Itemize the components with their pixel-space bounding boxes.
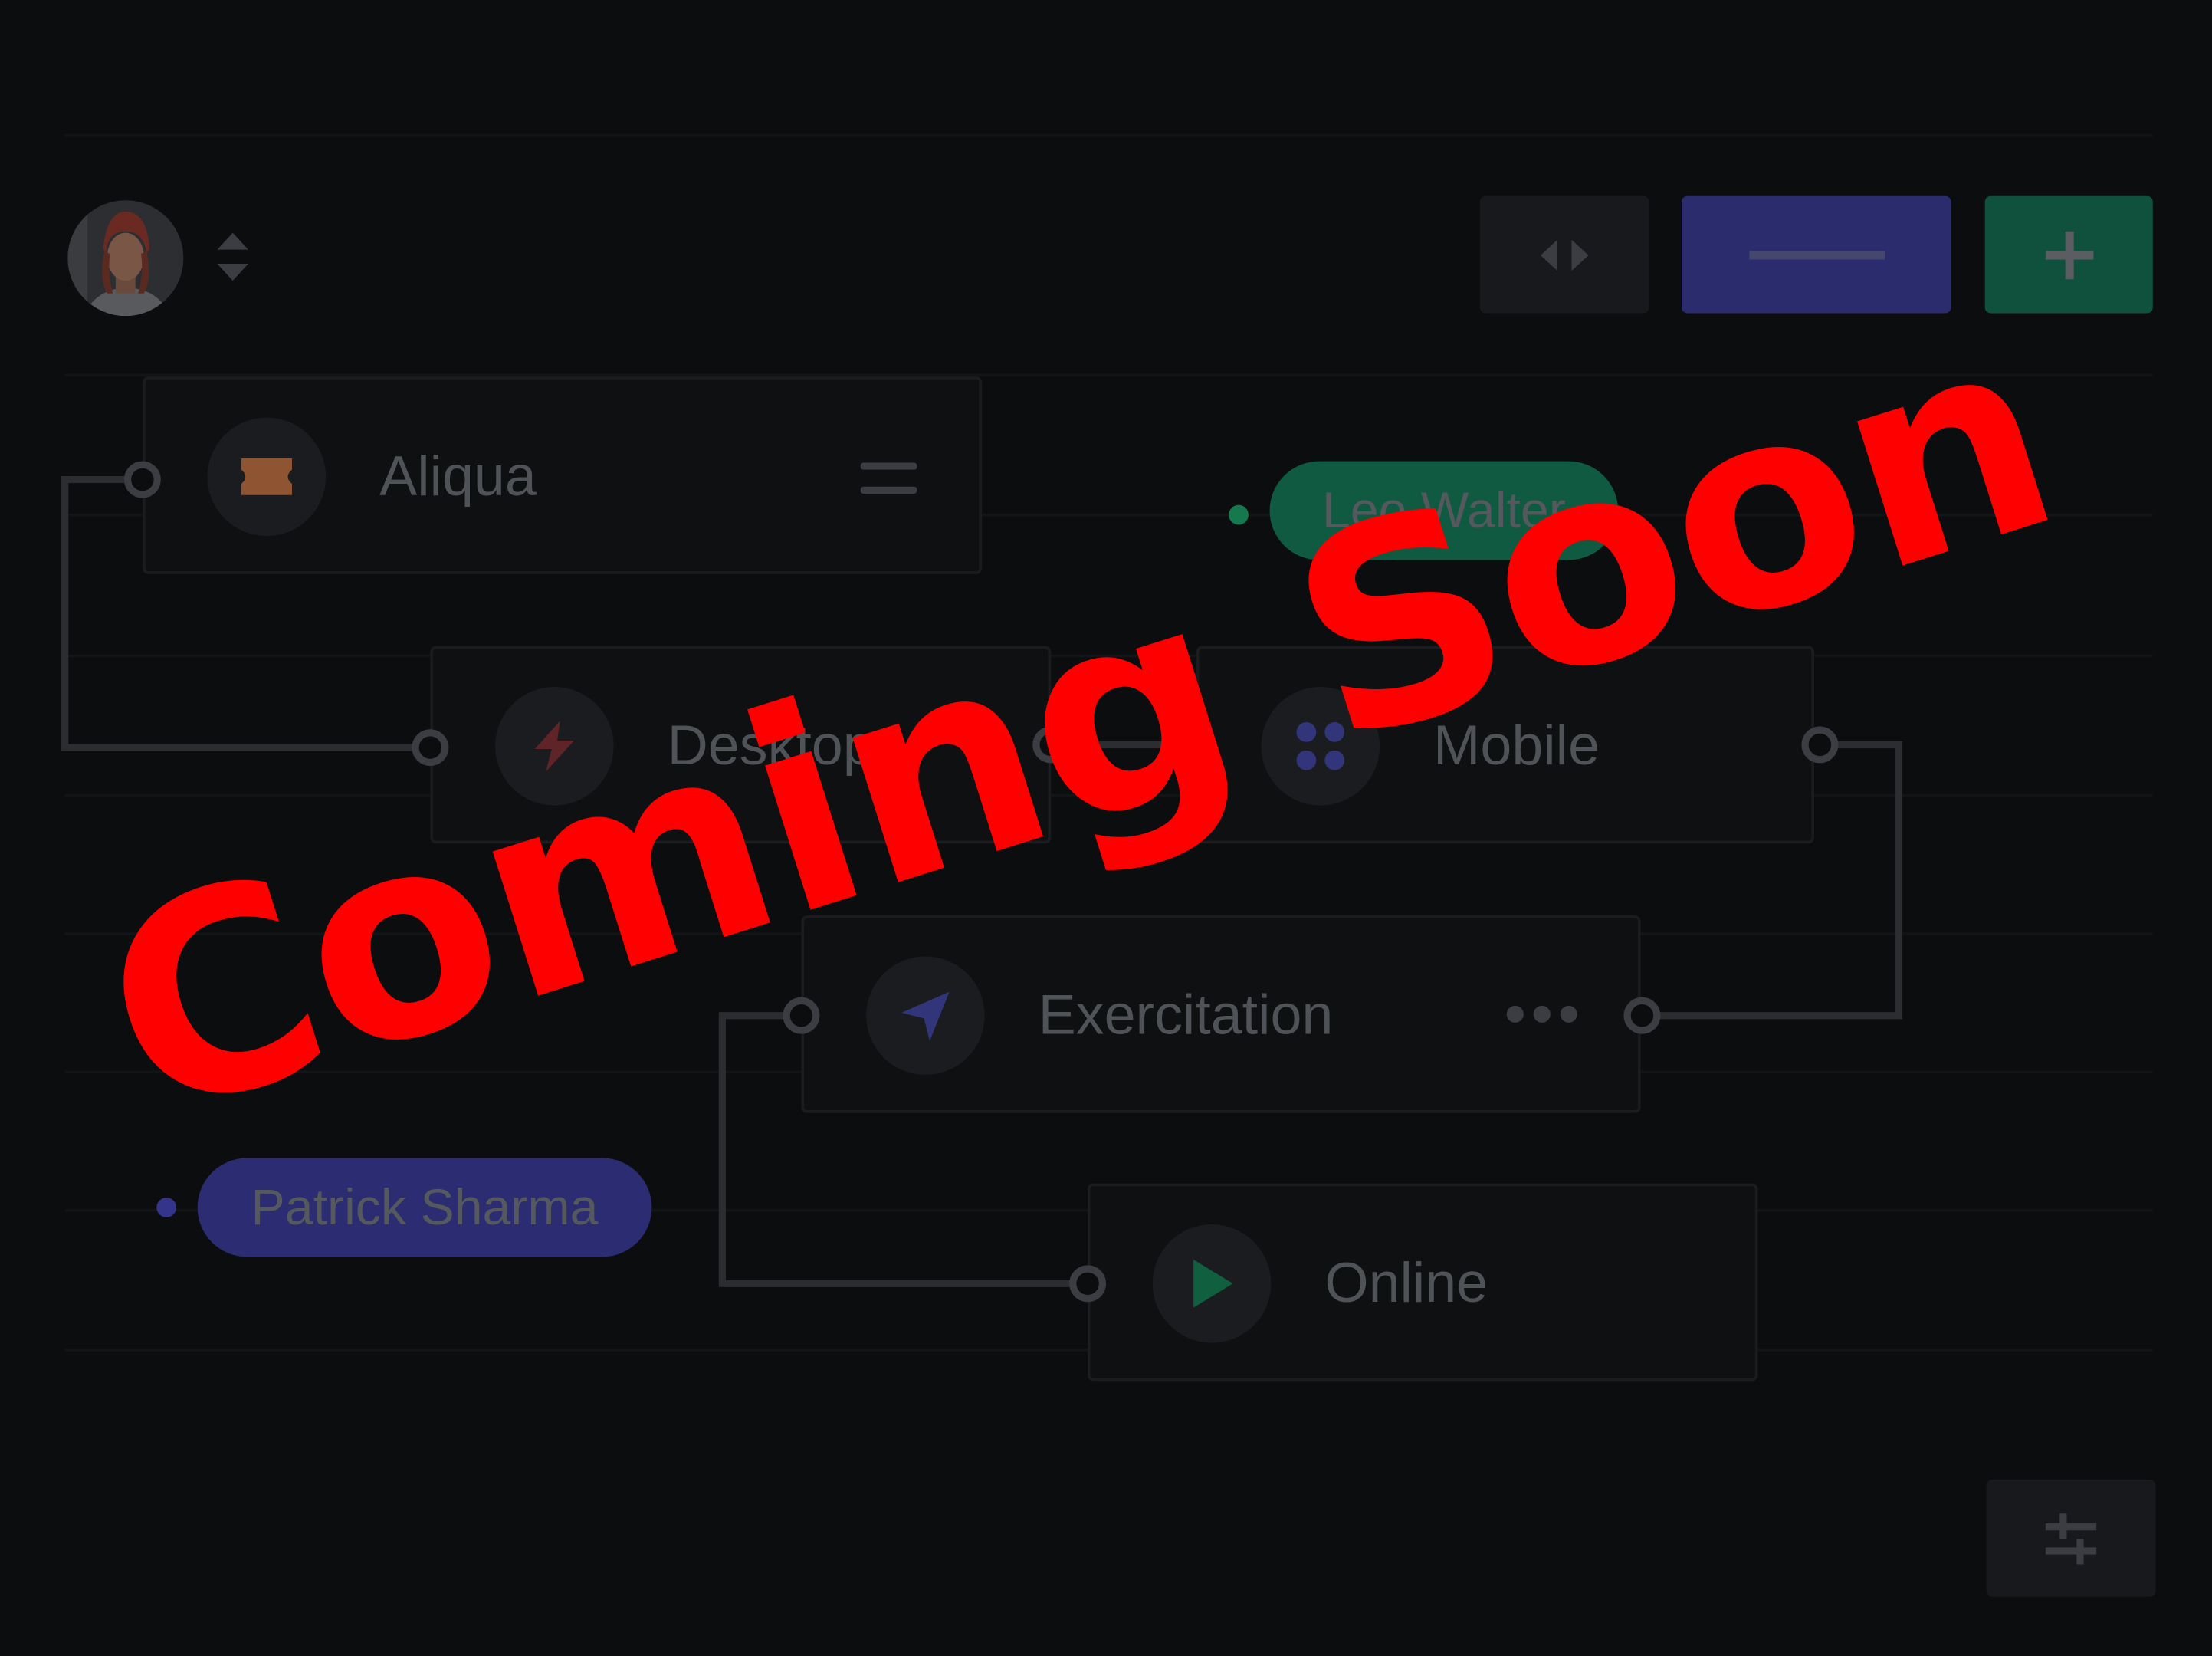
plus-icon [2044, 230, 2093, 279]
node-icon-badge [866, 956, 985, 1076]
node-icon-badge [1152, 1224, 1272, 1343]
code-view-button[interactable] [1479, 196, 1649, 314]
cursor-dot-patrick [156, 1198, 177, 1217]
port-online-in[interactable] [1069, 1265, 1107, 1303]
port-exercitation-out[interactable] [1623, 997, 1661, 1034]
horizontal-line-icon [1748, 250, 1885, 259]
navigation-arrow-icon [901, 991, 950, 1041]
node-icon-badge [207, 417, 327, 537]
node-label: Aliqua [379, 445, 537, 508]
avatar[interactable] [67, 200, 184, 317]
node-exercitation[interactable]: Exercitation [801, 915, 1641, 1113]
sort-arrows-icon[interactable] [212, 225, 254, 288]
node-label: Exercitation [1038, 984, 1334, 1047]
user-avatar-icon [67, 200, 184, 317]
cursor-label-patrick-sharma: Patrick Sharma [197, 1158, 652, 1257]
hamburger-menu-icon[interactable] [858, 458, 920, 498]
port-mobile-out[interactable] [1801, 726, 1839, 764]
add-button[interactable] [1984, 196, 2153, 314]
code-brackets-icon [1540, 238, 1589, 271]
sliders-icon [2045, 1513, 2097, 1564]
play-icon [1193, 1260, 1233, 1308]
node-online[interactable]: Online [1088, 1183, 1758, 1382]
port-aliqua-in[interactable] [123, 461, 161, 498]
node-label: Online [1324, 1252, 1488, 1315]
ticket-icon [241, 458, 293, 495]
settings-button[interactable] [1986, 1480, 2156, 1597]
port-exercitation-in[interactable] [783, 997, 820, 1034]
node-aliqua[interactable]: Aliqua [142, 376, 983, 574]
canvas: Aliqua Desktop Mobile Exercitation Onlin… [0, 0, 2212, 1656]
more-dots-icon[interactable] [1505, 997, 1579, 1031]
